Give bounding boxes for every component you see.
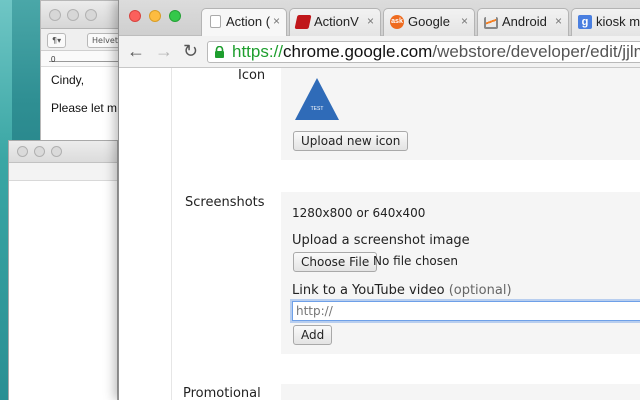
- tab-label: Android: [502, 14, 547, 29]
- chrome-window[interactable]: Action ( × ActionV × ask Google × Androi…: [118, 0, 640, 400]
- youtube-video-label: Link to a YouTube video: [292, 283, 445, 298]
- upload-screenshot-heading: Upload a screenshot image: [292, 233, 470, 248]
- no-file-chosen-text: No file chosen: [373, 254, 459, 268]
- tab-strip: Action ( × ActionV × ask Google × Androi…: [119, 0, 640, 36]
- tab-label: ActionV: [314, 14, 359, 29]
- screenshot-size-hint: 1280x800 or 640x400: [292, 206, 426, 220]
- add-video-button[interactable]: Add: [293, 325, 333, 345]
- minimize-window-button[interactable]: [67, 9, 79, 21]
- blank-window[interactable]: [8, 140, 118, 400]
- youtube-url-input[interactable]: [292, 301, 640, 321]
- optional-label: (optional): [448, 283, 512, 298]
- stackoverflow-icon: [484, 17, 498, 29]
- screenshots-section-label: Screenshots: [185, 195, 265, 210]
- minimize-window-button[interactable]: [34, 146, 45, 157]
- tab-android[interactable]: Android ×: [477, 8, 569, 36]
- upload-new-icon-button[interactable]: Upload new icon: [293, 131, 409, 151]
- promotional-section-panel: [281, 384, 640, 400]
- extension-icon-preview: TEST: [295, 78, 339, 120]
- url-scheme: https://: [232, 42, 284, 61]
- lock-icon: [215, 46, 224, 58]
- close-window-button[interactable]: [17, 146, 28, 157]
- tab-label: kiosk m: [596, 14, 640, 29]
- tab-actionview[interactable]: ActionV ×: [289, 8, 381, 36]
- close-tab-icon[interactable]: ×: [273, 14, 280, 28]
- reload-button[interactable]: ↻: [183, 42, 198, 60]
- zoom-window-button[interactable]: [169, 10, 181, 22]
- webstore-edit-page: Icon TEST Upload new icon Screenshots 12…: [119, 68, 640, 400]
- address-bar[interactable]: https://chrome.google.com/webstore/devel…: [207, 41, 640, 63]
- tab-label: Google: [408, 14, 450, 29]
- browser-toolbar: ← → ↻ https://chrome.google.com/webstore…: [119, 36, 640, 68]
- actionview-icon: [294, 15, 312, 29]
- close-window-button[interactable]: [49, 9, 61, 21]
- google-g-icon: g: [578, 15, 592, 29]
- blank-window-titlebar[interactable]: [9, 141, 117, 163]
- youtube-video-heading: Link to a YouTube video (optional): [292, 283, 512, 298]
- ask-icon: ask: [390, 15, 404, 29]
- left-divider: [171, 68, 172, 400]
- url-host: chrome.google.com: [283, 42, 433, 61]
- close-tab-icon[interactable]: ×: [461, 14, 468, 28]
- close-window-button[interactable]: [129, 10, 141, 22]
- ruler-mark: 0: [51, 55, 56, 64]
- choose-file-button[interactable]: Choose File: [293, 252, 378, 272]
- extension-icon-text: TEST: [311, 106, 324, 112]
- minimize-window-button[interactable]: [149, 10, 161, 22]
- tab-kiosk[interactable]: g kiosk m: [571, 8, 640, 36]
- close-tab-icon[interactable]: ×: [367, 14, 374, 28]
- back-button[interactable]: ←: [127, 42, 145, 60]
- forward-button[interactable]: →: [155, 42, 173, 60]
- document-icon: [210, 15, 221, 28]
- tab-action[interactable]: Action ( ×: [201, 8, 287, 36]
- zoom-window-button[interactable]: [85, 9, 97, 21]
- paragraph-style-dropdown[interactable]: ¶▾: [47, 33, 67, 48]
- blank-window-toolbar: [9, 163, 117, 181]
- url-path: /webstore/developer/edit/jjlmk: [432, 42, 640, 61]
- tab-google[interactable]: ask Google ×: [383, 8, 475, 36]
- promotional-section-label: Promotional: [183, 386, 261, 400]
- icon-section-label: Icon: [238, 68, 266, 83]
- zoom-window-button[interactable]: [51, 146, 62, 157]
- close-tab-icon[interactable]: ×: [555, 14, 562, 28]
- tab-label: Action (: [226, 14, 271, 29]
